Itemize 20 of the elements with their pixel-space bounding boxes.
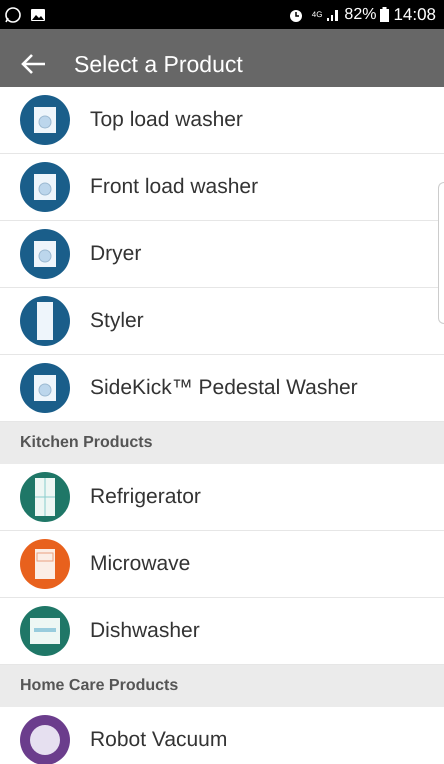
battery-icon	[380, 7, 390, 22]
battery-level: 82%	[344, 4, 376, 24]
product-name: Top load washer	[90, 107, 243, 134]
section-title: Kitchen Products	[20, 433, 152, 453]
product-name: SideKick™ Pedestal Washer	[90, 375, 358, 402]
product-name: Front load washer	[90, 174, 258, 200]
image-icon	[30, 8, 46, 22]
product-name: Microwave	[90, 551, 190, 578]
screen-title: Select a Product	[74, 50, 243, 79]
signal-icon	[326, 8, 340, 22]
product-name: Refrigerator	[90, 484, 201, 510]
product-name: Styler	[90, 308, 144, 334]
product-name: Dishwasher	[90, 618, 200, 644]
chat-icon	[4, 6, 22, 24]
product-name: Robot Vacuum	[90, 727, 228, 754]
back-arrow-icon	[21, 53, 47, 75]
network-type: 4G	[312, 10, 322, 18]
clock: 14:08	[393, 4, 436, 26]
product-name: Dryer	[90, 241, 142, 268]
section-title: Home Care Products	[20, 676, 178, 696]
